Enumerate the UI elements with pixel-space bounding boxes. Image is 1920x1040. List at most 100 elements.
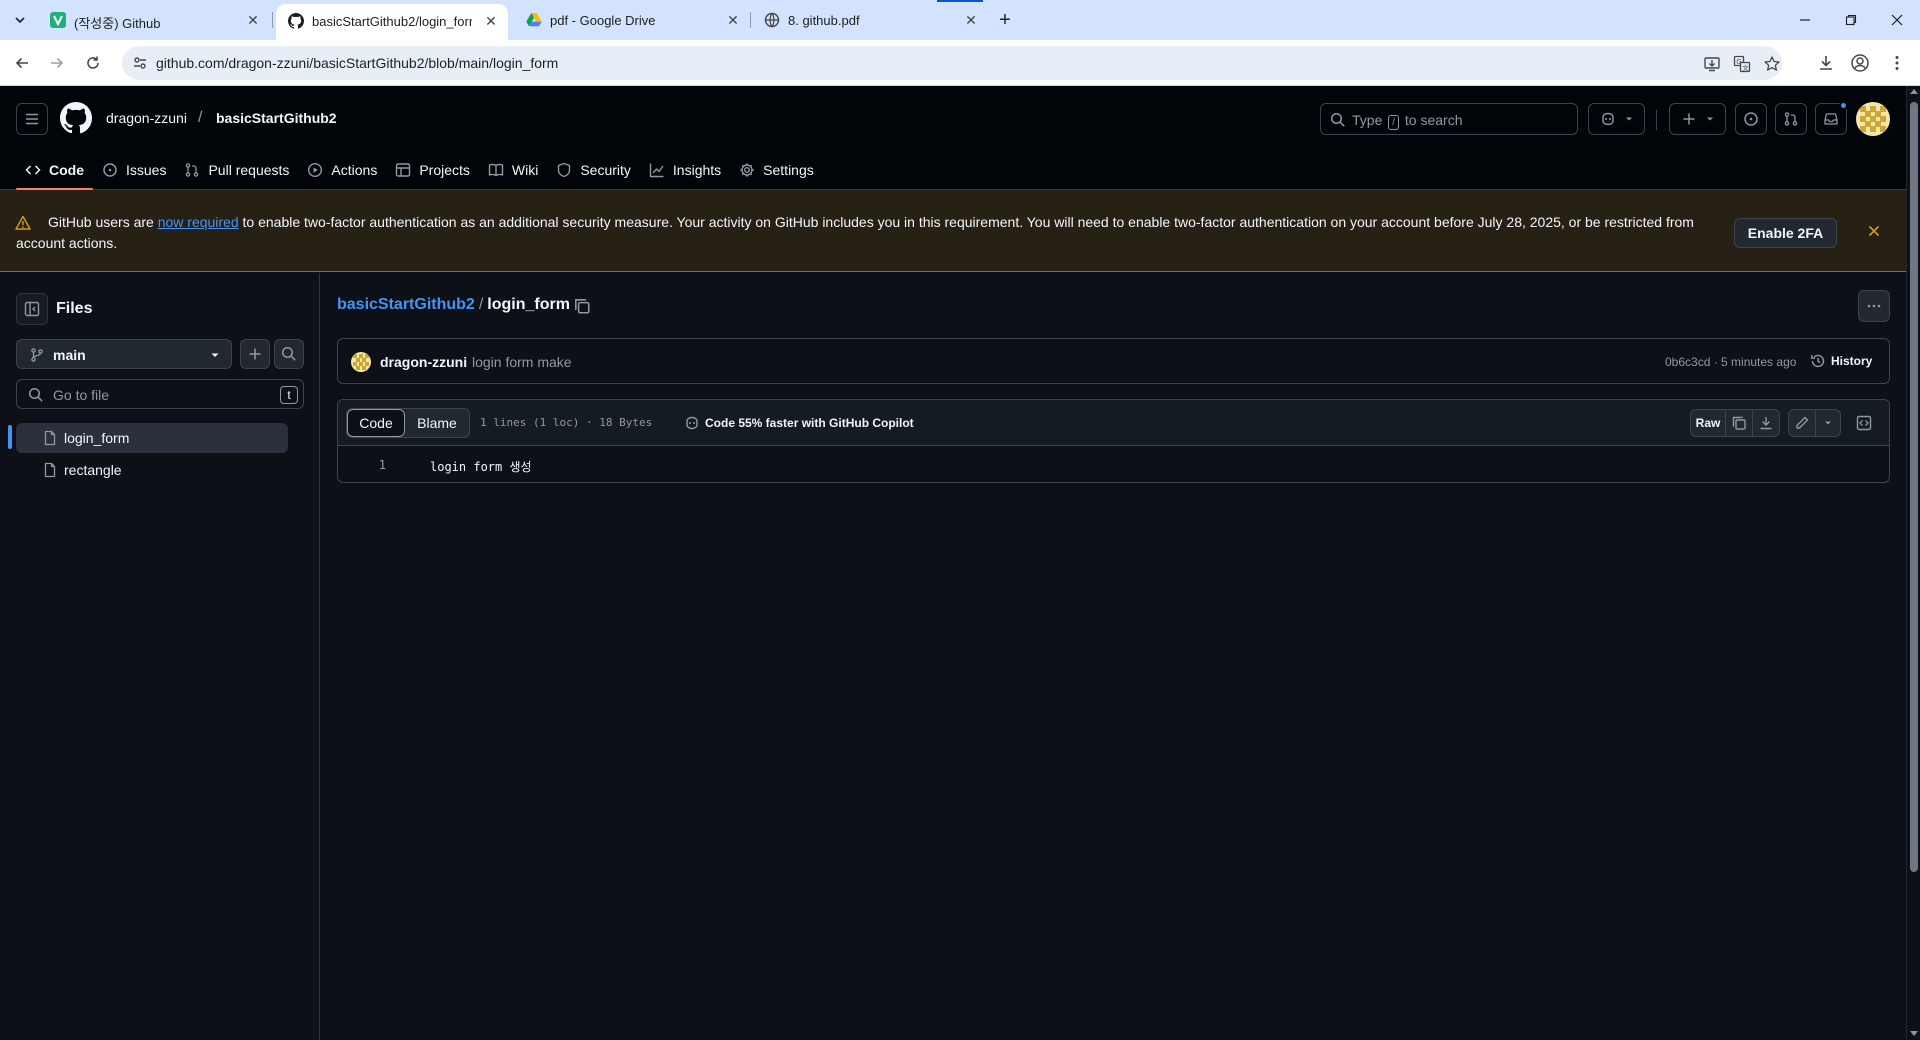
shield-icon (558, 162, 571, 178)
repo-nav: Code Issues Pull requests Actions Projec… (16, 151, 823, 190)
install-app-icon[interactable] (1702, 54, 1722, 74)
copilot-promo-link[interactable]: Code 55% faster with GitHub Copilot (684, 415, 914, 431)
tree-item-login-form[interactable]: login_form (16, 423, 288, 453)
blame-view-button[interactable]: Blame (405, 409, 469, 437)
edit-options-button[interactable] (1815, 409, 1841, 437)
restore-button[interactable] (1828, 0, 1874, 40)
profile-icon[interactable] (1849, 52, 1871, 74)
raw-button[interactable]: Raw (1690, 409, 1726, 437)
create-new-button[interactable] (1669, 103, 1726, 135)
tab-label: Settings (763, 162, 814, 178)
bookmark-star-icon[interactable] (1762, 54, 1782, 74)
add-file-button[interactable] (240, 339, 270, 369)
v-icon (50, 12, 66, 28)
copy-raw-button[interactable] (1725, 409, 1753, 437)
more-options-button[interactable] (1858, 290, 1890, 322)
back-button[interactable] (9, 50, 35, 76)
copy-icon[interactable] (573, 297, 591, 315)
download-icon[interactable] (1815, 52, 1837, 74)
repo-link[interactable]: basicStartGithub2 (216, 110, 337, 126)
go-to-file-input[interactable]: Go to file t (16, 379, 304, 409)
minimize-icon (1800, 19, 1810, 21)
tab-security[interactable]: Security (547, 151, 640, 189)
two-factor-banner: GitHub users are now required to enable … (0, 190, 1906, 272)
copilot-icon (1601, 112, 1614, 126)
address-bar[interactable]: github.com/dragon-zzuni/basicStartGithub… (122, 46, 1782, 80)
branch-selector[interactable]: main (16, 339, 232, 369)
tab-code[interactable]: Code (16, 151, 93, 190)
minimize-button[interactable] (1782, 0, 1828, 40)
avatar[interactable] (351, 352, 371, 372)
arrow-right-icon (51, 57, 64, 69)
tab-actions[interactable]: Actions (298, 151, 386, 189)
enable-2fa-button[interactable]: Enable 2FA (1734, 218, 1837, 248)
browser-tab-2[interactable]: basicStartGithub2/login_form a ✕ (276, 4, 508, 40)
pull-request-icon (186, 163, 199, 177)
owner-link[interactable]: dragon-zzuni (106, 110, 187, 126)
tree-item-rectangle[interactable]: rectangle (16, 455, 288, 485)
search-icon (281, 346, 296, 361)
pull-requests-button[interactable] (1775, 103, 1807, 135)
search-input[interactable]: Type / to search (1320, 103, 1578, 135)
copy-icon (1732, 416, 1746, 430)
search-files-button[interactable] (274, 339, 304, 369)
page-scrollbar[interactable] (1906, 86, 1920, 1040)
forward-button[interactable] (44, 50, 70, 76)
line-content: login form 생성 (430, 460, 532, 474)
close-icon[interactable]: ✕ (244, 11, 262, 29)
reload-button[interactable] (80, 50, 106, 76)
translate-icon[interactable]: G文 (1732, 54, 1752, 74)
download-raw-button[interactable] (1752, 409, 1780, 437)
browser-tab-3[interactable]: pdf - Google Drive ✕ (514, 0, 746, 40)
tab-settings[interactable]: Settings (730, 151, 823, 189)
tab-pull-requests[interactable]: Pull requests (175, 151, 298, 189)
tab-wiki[interactable]: Wiki (479, 151, 547, 189)
commit-author-link[interactable]: dragon-zzuni (380, 354, 467, 370)
avatar[interactable] (1856, 102, 1890, 136)
history-button[interactable]: History (1810, 353, 1872, 369)
more-vert-icon[interactable] (1886, 52, 1908, 74)
triangle-down-icon (1825, 421, 1831, 425)
github-logo-icon[interactable] (60, 102, 92, 134)
tab-issues[interactable]: Issues (93, 151, 175, 189)
line-number[interactable]: 1 (368, 458, 386, 472)
tab-insights[interactable]: Insights (640, 151, 730, 189)
breadcrumb-separator: / (478, 296, 484, 313)
site-info-icon[interactable] (132, 55, 148, 71)
tab-label: Issues (126, 162, 167, 178)
scroll-down-arrow[interactable] (1910, 1031, 1918, 1036)
pencil-icon (1796, 416, 1809, 429)
file-name: login_form (487, 296, 570, 313)
tab-label: Security (580, 162, 631, 178)
close-icon[interactable] (1866, 223, 1882, 239)
issues-button[interactable] (1735, 103, 1767, 135)
arrow-left-icon (15, 57, 28, 69)
breadcrumb-repo-link[interactable]: basicStartGithub2 (337, 296, 475, 313)
now-required-link[interactable]: now required (158, 214, 239, 230)
scroll-thumb[interactable] (1910, 102, 1918, 872)
file-tree-sidebar: Files main Go to file t login_form recta… (0, 273, 320, 1040)
close-icon[interactable]: ✕ (724, 11, 742, 29)
inbox-icon (1824, 113, 1838, 125)
new-tab-button[interactable]: + (993, 9, 1017, 31)
copilot-button[interactable] (1588, 103, 1645, 135)
commit-message-link[interactable]: login form make (472, 354, 572, 370)
tab-projects[interactable]: Projects (386, 151, 479, 189)
collapse-sidebar-button[interactable] (16, 293, 48, 325)
code-view-button[interactable]: Code (347, 409, 405, 437)
browser-tab-4[interactable]: 8. github.pdf ✕ (752, 0, 984, 40)
tab-search-button[interactable] (7, 8, 33, 32)
menu-button[interactable] (16, 103, 48, 135)
download-icon (1760, 417, 1772, 430)
commit-hash-time[interactable]: 0b6c3cd · 5 minutes ago (1665, 355, 1796, 369)
scroll-up-arrow[interactable] (1910, 89, 1918, 94)
code-viewer: Code Blame 1 lines (1 loc) · 18 Bytes Co… (337, 399, 1890, 483)
symbols-panel-button[interactable] (1850, 409, 1878, 437)
close-icon[interactable]: ✕ (962, 11, 980, 29)
window-close-button[interactable] (1874, 0, 1920, 40)
edit-file-button[interactable] (1788, 409, 1816, 437)
history-icon (1811, 354, 1825, 368)
close-icon[interactable]: ✕ (482, 12, 500, 30)
browser-tab-1[interactable]: (작성중) Github ✕ (38, 0, 270, 40)
banner-message: GitHub users are now required to enable … (16, 214, 1694, 251)
